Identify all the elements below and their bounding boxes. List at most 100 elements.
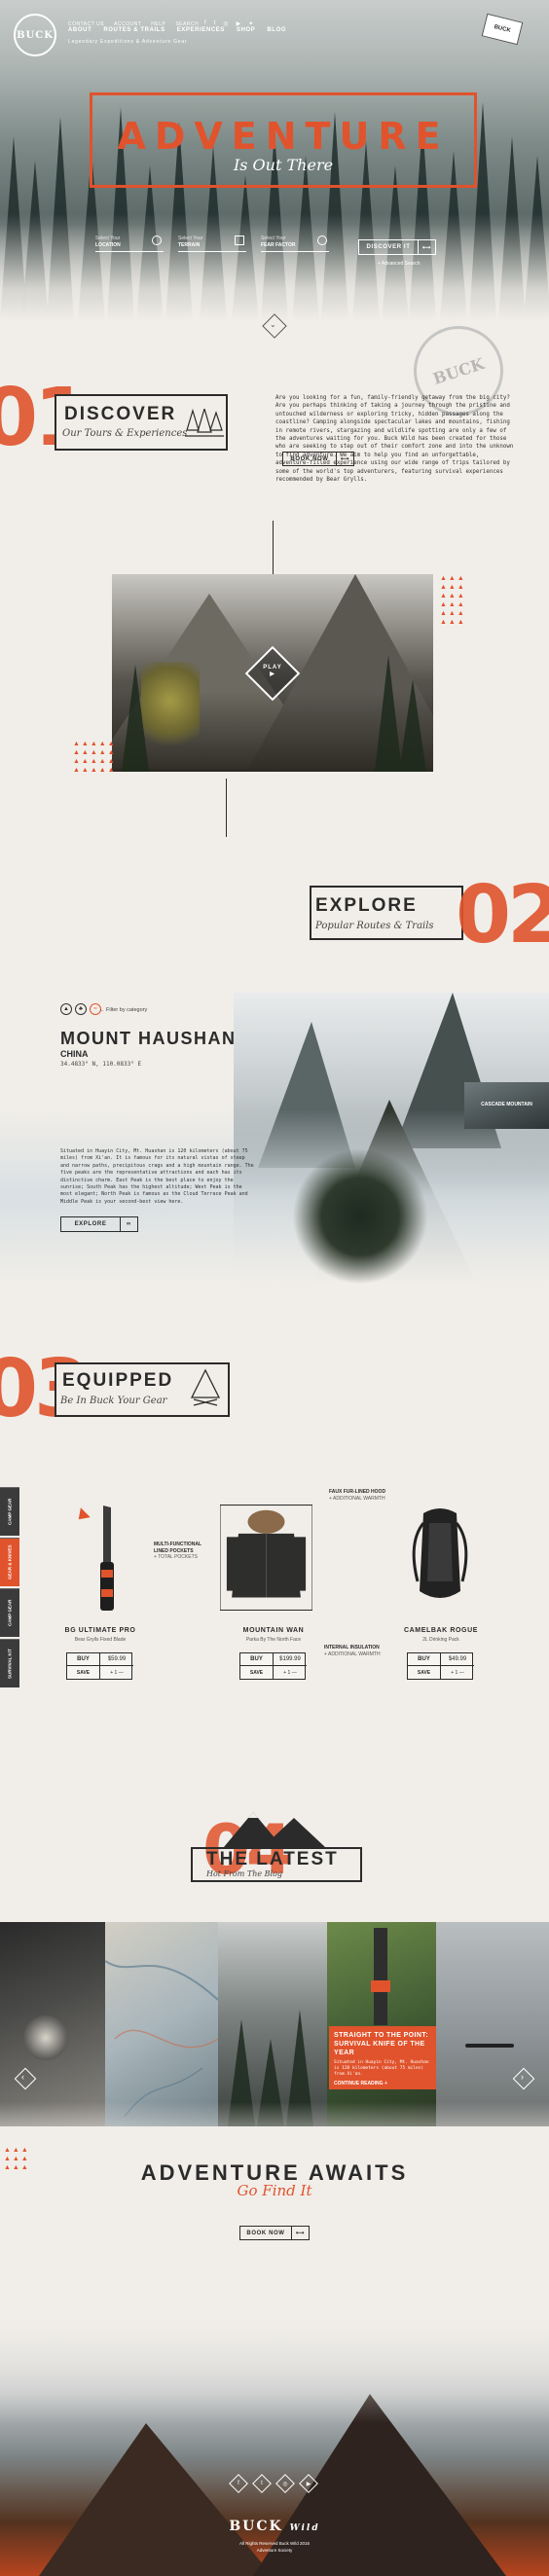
quantity-stepper[interactable]: + 1 — [274, 1666, 307, 1680]
quantity-stepper[interactable]: + 1 — [441, 1666, 474, 1680]
equipped-subtitle: Be In Buck Your Gear [60, 1396, 167, 1406]
discover-subtitle: Our Tours & Experiences [62, 428, 188, 439]
nav-routes[interactable]: ROUTES & TRAILS [103, 27, 165, 33]
discover-body: Are you looking for a fun, family-friend… [275, 395, 514, 484]
product-name: CAMELBAK ROGUE [403, 1627, 479, 1634]
connector-line [273, 521, 274, 579]
callout-title: FAUX FUR-LINED HOOD [329, 1489, 386, 1495]
mountain-filter-icon[interactable]: ▲ [60, 1003, 72, 1015]
binoculars-icon: ∞ [120, 1217, 137, 1231]
knife-image[interactable] [56, 1504, 149, 1615]
product-buy-box: BUY $199.99 SAVE + 1 — [239, 1652, 307, 1680]
hero-subtitle: Is Out There [233, 156, 334, 174]
footer-book-now-button[interactable]: BOOK NOW ⟷ [239, 2226, 310, 2240]
blog-card-map[interactable] [105, 1922, 218, 2126]
brand-logo[interactable]: BUCK [14, 14, 56, 56]
parka-image[interactable] [220, 1497, 312, 1618]
category-tabs: CAMP GEAR GEAR & KNIVES CAMP GEAR SURVIV… [0, 1487, 19, 1691]
blog-card-knife[interactable] [327, 1922, 436, 2126]
blog-card-kayak[interactable] [436, 1922, 549, 2126]
product-desc: 2L Drinking Pack [422, 1637, 459, 1643]
nav-blog[interactable]: BLOG [267, 27, 286, 33]
footer-hero [0, 2306, 549, 2576]
terrain-icon [235, 236, 244, 245]
location-coordinates: 34.4833° N, 110.0833° E [60, 1061, 142, 1068]
nav-experiences[interactable]: EXPERIENCES [177, 27, 225, 33]
chevron-left-icon: ‹ [21, 2072, 24, 2082]
buy-button[interactable]: BUY [240, 1653, 274, 1666]
advanced-search-link[interactable]: + Advanced Search [378, 261, 421, 267]
callout-pockets: MULTI-FUNCTIONAL LINED POCKETS + TOTAL P… [154, 1542, 214, 1561]
arrow-right-icon: ⟷ [336, 453, 353, 465]
explore-title: EXPLORE [315, 895, 418, 916]
book-now-button[interactable]: BOOK NOW ⟷ [282, 452, 354, 466]
product-desc: Bear Grylls Fixed Blade [74, 1637, 127, 1643]
tab-gear-knives[interactable]: GEAR & KNIVES [0, 1538, 19, 1586]
featured-post-excerpt: Situated in Huayin City, Mt. Huashan is … [334, 2060, 429, 2077]
product-name: MOUNTAIN WAN [242, 1627, 305, 1634]
product-price: $199.99 [274, 1653, 307, 1666]
chevron-right-icon: › [521, 2072, 524, 2082]
discover-it-button[interactable]: DISCOVER IT ⟷ [358, 239, 436, 255]
save-button[interactable]: SAVE [240, 1666, 274, 1680]
button-label: EXPLORE [74, 1221, 107, 1227]
button-label: BOOK NOW [290, 455, 329, 462]
fear-factor-select[interactable]: Select Your FEAR FACTOR [261, 236, 329, 252]
tab-camp-gear-2[interactable]: CAMP GEAR [0, 1588, 19, 1637]
blog-card-forest[interactable] [218, 1922, 327, 2126]
terrain-select[interactable]: Select Your TERRAIN [178, 236, 246, 252]
facebook-icon[interactable]: f [204, 20, 206, 27]
featured-post-title: STRAIGHT TO THE POINT: SURVIVAL KNIFE OF… [334, 2032, 428, 2056]
buy-button[interactable]: BUY [67, 1653, 100, 1666]
instagram-icon[interactable]: ◎ [223, 20, 228, 27]
triangle-pattern: ▲▲▲ ▲▲▲ ▲▲▲ ▲▲▲ ▲▲▲ ▲▲▲ [440, 575, 466, 626]
arrow-right-icon: ⟷ [418, 240, 435, 254]
callout-hood: FAUX FUR-LINED HOOD + ADDITIONAL WARMTH [329, 1489, 385, 1502]
play-label: PLAY ▶ [263, 665, 282, 677]
connector-line [226, 779, 227, 837]
nav-shop[interactable]: SHOP [237, 27, 255, 33]
explore-button[interactable]: EXPLORE ∞ [60, 1216, 138, 1232]
save-button[interactable]: SAVE [408, 1666, 441, 1680]
callout-sub: + TOTAL POCKETS [154, 1554, 198, 1560]
adventure-awaits-subtitle: Go Find It [237, 2182, 312, 2199]
youtube-icon[interactable]: ▶ [237, 20, 241, 27]
callout-sub: + ADDITIONAL WARMTH [329, 1495, 385, 1502]
forest-filter-icon[interactable]: ♣ [75, 1003, 87, 1015]
campfire-icon [190, 1368, 221, 1406]
footer-logo[interactable]: BUCK Wild [0, 2519, 549, 2534]
latest-subtitle: Hot From The Blog [206, 1869, 283, 1878]
location-country: CHINA [60, 1049, 89, 1059]
product-price: $59.99 [100, 1653, 133, 1666]
copyright-line: Adventure Society [256, 2548, 293, 2553]
tab-survival-kit[interactable]: SURVIVAL KIT [0, 1639, 19, 1687]
hero-title: ADVENTURE [117, 115, 450, 158]
chevron-down-icon: ⌄ [270, 320, 276, 329]
main-nav: ABOUT ROUTES & TRAILS EXPERIENCES SHOP B… [68, 27, 286, 33]
triangle-pattern: ▲▲▲▲▲ ▲▲▲▲▲ ▲▲▲▲▲ ▲▲▲▲▲ [73, 741, 117, 774]
next-location-thumbnail[interactable]: CASCADE MOUNTAIN [464, 1082, 549, 1129]
nav-about[interactable]: ABOUT [68, 27, 92, 33]
pinterest-icon[interactable]: ✦ [248, 20, 253, 27]
blog-card-car[interactable] [0, 1922, 105, 2126]
save-button[interactable]: SAVE [67, 1666, 100, 1680]
featured-post-caption[interactable]: STRAIGHT TO THE POINT: SURVIVAL KNIFE OF… [329, 2026, 436, 2089]
compass-icon [152, 236, 162, 245]
tab-camp-gear[interactable]: CAMP GEAR [0, 1487, 19, 1536]
pine-trees-icon [185, 409, 224, 437]
location-select[interactable]: Select Your LOCATION [95, 236, 164, 252]
twitter-icon[interactable]: t [214, 20, 216, 27]
button-label: BOOK NOW [246, 2230, 285, 2236]
section-number: 02 [456, 869, 549, 961]
mountains-icon [224, 1812, 325, 1847]
buy-button[interactable]: BUY [408, 1653, 441, 1666]
button-label: DISCOVER IT [366, 244, 411, 250]
filter-label[interactable]: ← Filter by category [99, 1007, 147, 1013]
footer-copyright: All Rights Reserved Buck Wild 2016 Adven… [0, 2540, 549, 2554]
quantity-stepper[interactable]: + 1 — [100, 1666, 133, 1680]
product-name: BG ULTIMATE PRO [64, 1627, 136, 1634]
callout-title: MULTI-FUNCTIONAL LINED POCKETS [154, 1542, 201, 1554]
continue-reading-link[interactable]: CONTINUE READING + [334, 2081, 431, 2086]
location-title: MOUNT HAUSHAN [60, 1029, 237, 1048]
backpack-image[interactable] [394, 1504, 487, 1615]
